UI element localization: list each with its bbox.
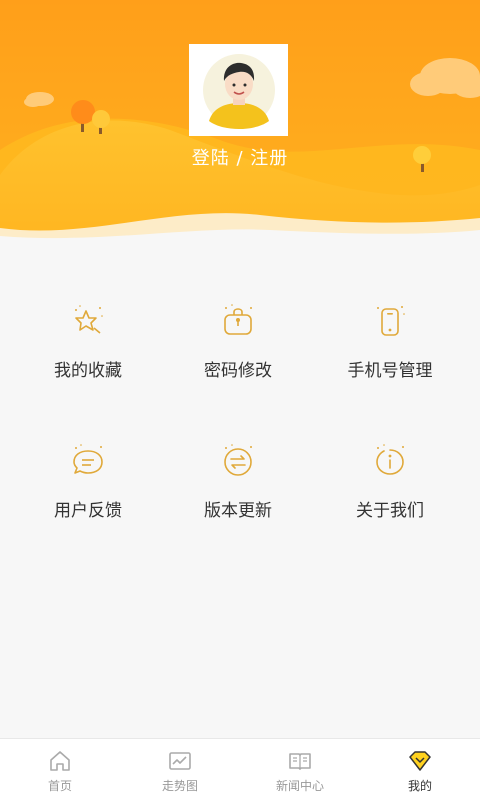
avatar-boy-icon xyxy=(202,54,275,129)
menu-favorites-label: 我的收藏 xyxy=(54,361,122,381)
menu-about-us[interactable]: 关于我们 xyxy=(310,442,470,552)
avatar[interactable] xyxy=(189,44,288,136)
profile-diamond-icon xyxy=(409,751,431,771)
menu-feedback-label: 用户反馈 xyxy=(54,501,122,521)
news-book-icon xyxy=(289,753,311,770)
menu-version-update-label: 版本更新 xyxy=(204,501,272,521)
home-icon xyxy=(50,751,70,771)
menu-feedback[interactable]: 用户反馈 xyxy=(8,442,168,552)
profile-header: 登陆 / 注册 xyxy=(0,0,480,245)
tab-mine-label: 我的 xyxy=(407,779,432,793)
tab-home[interactable]: 首页 xyxy=(0,739,120,800)
version-update-icon xyxy=(224,444,252,476)
tab-trend-label: 走势图 xyxy=(161,779,198,793)
tab-news[interactable]: 新闻中心 xyxy=(240,739,360,800)
menu-version-update[interactable]: 版本更新 xyxy=(158,442,318,552)
menu-about-us-label: 关于我们 xyxy=(356,501,424,521)
password-lock-icon xyxy=(224,304,252,335)
menu-favorites[interactable]: 我的收藏 xyxy=(8,302,168,412)
phone-icon xyxy=(377,306,405,336)
bottom-tab-bar: 首页 走势图 新闻中心 我的 xyxy=(0,738,480,800)
trend-chart-icon xyxy=(169,752,191,770)
feedback-chat-icon xyxy=(73,444,103,474)
menu-phone-management-label: 手机号管理 xyxy=(347,361,433,381)
login-register-link[interactable]: 登陆 / 注册 xyxy=(0,144,480,170)
favorites-star-icon xyxy=(75,305,103,334)
menu-phone-management[interactable]: 手机号管理 xyxy=(310,302,470,412)
tab-news-label: 新闻中心 xyxy=(275,779,324,793)
menu-change-password[interactable]: 密码修改 xyxy=(158,302,318,412)
tab-home-label: 首页 xyxy=(47,779,72,793)
menu-change-password-label: 密码修改 xyxy=(204,361,272,381)
tab-trend[interactable]: 走势图 xyxy=(120,739,240,800)
tab-mine[interactable]: 我的 xyxy=(360,739,480,800)
about-info-icon xyxy=(376,444,404,475)
